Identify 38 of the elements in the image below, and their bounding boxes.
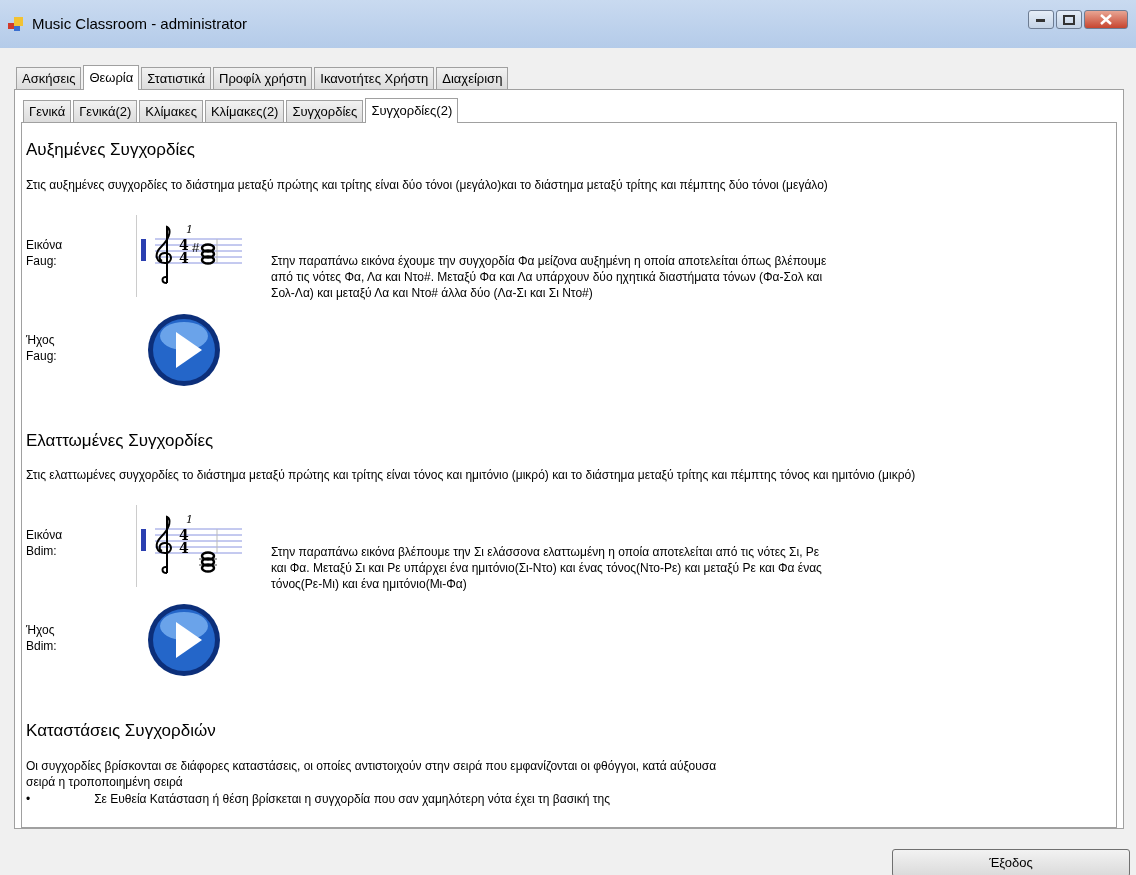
exit-button[interactable]: Έξοδος [892, 849, 1130, 875]
minimize-icon [1036, 17, 1046, 22]
sound-label: Ήχος Faug: [26, 331, 58, 365]
tab[interactable]: Γενικά [23, 100, 72, 122]
section-heading: Αυξημένες Συγχορδίες [26, 139, 196, 161]
paragraph: Οι συγχορδίες βρίσκονται σε διάφορες καταστάσεις, οι οποίες αντιστοιχούν στην σειρά που εμφανίζονται οι φθόγγοι, κατά αύξουσα σειρά η τροποποιημένη σειρά [26, 757, 718, 790]
music-score-drawing: 1 4 4 [137, 505, 245, 587]
tab[interactable]: Θεωρία [83, 65, 140, 90]
tab[interactable]: Προφίλ χρήστη [213, 67, 313, 89]
minimize-button[interactable] [1028, 10, 1054, 29]
chord-description: Στην παραπάνω εικόνα έχουμε την συγχορδία Φα μείζονα αυξημένη η οποία αποτελείται όπως βλέπουμε από τις νότες Φα, Λα και Ντο#. Μεταξύ Φα και Λα υπάρχουν δύο ηχητικά διαστήματα τόνων (Φα-Σολ και Σολ-Λα) και μεταξύ Λα και Ντο# άλλα δύο (Λα-Σι και Σι Ντο#) [271, 253, 828, 302]
paragraph: Στις ελαττωμένες συγχορδίες το διάστημα μεταξύ πρώτης και τρίτης είναι τόνος και ημιτόνιο (μικρό) και το διάστημα μεταξύ τρίτης και πέμπτης τόνος και ημιτόνιο (μικρό) [26, 467, 917, 483]
tab[interactable]: Ασκήσεις [16, 67, 82, 89]
image-label: Εικόνα Bdim: [26, 527, 64, 560]
tab[interactable]: Γενικά(2) [73, 100, 138, 122]
close-button[interactable] [1084, 10, 1128, 29]
play-button[interactable] [146, 311, 222, 388]
window-title: Music Classroom - administrator [32, 13, 248, 34]
close-icon [1100, 14, 1112, 25]
section-heading: Καταστάσεις Συγχορδιών [26, 720, 217, 742]
bullet-icon: • [26, 789, 31, 808]
tab[interactable]: Κλίμακες [139, 100, 203, 122]
play-button[interactable] [146, 602, 222, 678]
tab[interactable]: Κλίμακες(2) [204, 100, 285, 122]
tab[interactable]: Στατιστικά [141, 67, 212, 89]
bullet-text: Σε Ευθεία Κατάσταση ή θέση βρίσκεται η συγχορδία που σαν χαμηλότερη νότα έχει τη βασική της [94, 790, 610, 808]
app-icon [8, 16, 24, 32]
tab[interactable]: Ικανοτήτες Χρήστη [314, 67, 435, 89]
tab[interactable]: Συγχορδίες(2) [365, 98, 459, 123]
sound-label: Ήχος Bdim: [26, 622, 58, 655]
tab[interactable]: Συγχορδίες [286, 100, 364, 122]
section-heading: Ελαττωμένες Συγχορδίες [26, 429, 215, 452]
maximize-button[interactable] [1056, 10, 1082, 29]
maximize-icon [1063, 14, 1075, 25]
chord-description: Στην παραπάνω εικόνα βλέπουμε την Σι ελάσσονα ελαττωμένη η οποία αποτελείται από τις νότες Σι, Ρε και Φα. Μεταξύ Σι και Ρε υπάρχει ένα ημιτόνιο(Σι-Ντο) και ένας τόνος(Ντο-Ρε) και μεταξύ Ρε και Φα ένας τόνος(Ρε-Μι) και ένα ημιτόνιο(Μι-Φα) [271, 543, 823, 593]
image-label: Εικόνα Faug: [26, 236, 64, 270]
paragraph: Στις αυξημένες συγχορδίες το διάστημα μεταξύ πρώτης και τρίτης είναι δύο τόνοι (μεγάλο)και το διάστημα μεταξύ τρίτης και πέμπτης δύο τόνοι (μεγάλο) [26, 176, 829, 193]
tab[interactable]: Διαχείριση [436, 67, 509, 89]
